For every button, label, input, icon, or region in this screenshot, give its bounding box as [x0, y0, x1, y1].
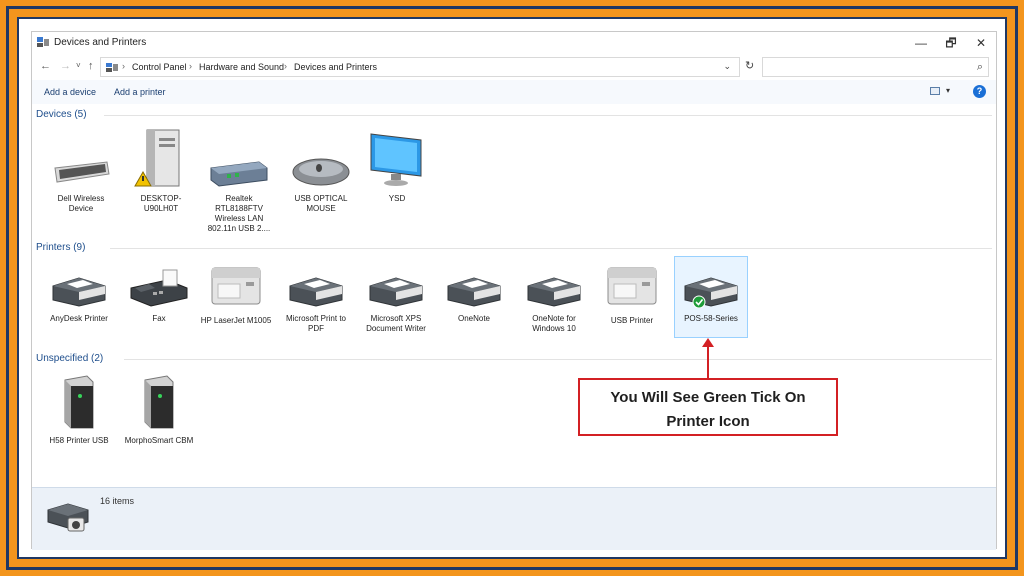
device-ysd-monitor[interactable]: YSD — [361, 130, 433, 204]
device-label: USB OPTICAL MOUSE — [294, 194, 348, 213]
add-printer-button[interactable]: Add a printer — [114, 87, 166, 97]
printer-onenote[interactable]: OneNote — [438, 270, 510, 324]
address-box[interactable]: › Control Panel › Hardware and Sound › D… — [100, 57, 740, 77]
window-title: Devices and Printers — [54, 37, 147, 48]
printer-label: USB Printer — [610, 316, 654, 325]
annotation-callout: You Will See Green Tick On Printer Icon — [578, 378, 838, 436]
printer-icon — [684, 277, 738, 308]
printer-anydesk[interactable]: AnyDesk Printer — [43, 270, 115, 324]
group-divider — [110, 248, 992, 249]
printer-hp-laserjet[interactable]: HP LaserJet M1005 — [200, 262, 272, 326]
maximize-button[interactable]: 🗗 — [936, 34, 966, 52]
printer-pos-58-series[interactable]: POS-58-Series — [675, 270, 747, 324]
group-divider — [104, 115, 992, 116]
breadcrumb-devices-and-printers[interactable]: Devices and Printers — [294, 62, 377, 72]
printer-label: OneNote for Windows 10 — [532, 314, 576, 333]
slide-frame-inner: Devices and Printers — 🗗 ✕ ← → ˅ ↑ › Con… — [17, 17, 1007, 559]
fax-icon — [130, 269, 188, 307]
devices-printers-app-icon — [37, 37, 49, 47]
up-arrow-icon[interactable]: ↑ — [88, 60, 94, 72]
callout-line-2: Printer Icon — [666, 413, 750, 430]
printer-icon — [527, 277, 581, 307]
device-dell-wireless[interactable]: Dell Wireless Device — [45, 152, 117, 214]
printer-icon — [289, 277, 343, 307]
printer-usb[interactable]: USB Printer — [596, 262, 668, 326]
device-morphosmart-cbm[interactable]: MorphoSmart CBM — [123, 372, 195, 446]
device-label: H58 Printer USB — [49, 436, 109, 445]
printer-fax[interactable]: Fax — [123, 268, 195, 324]
recent-locations-icon[interactable]: ˅ — [76, 61, 81, 70]
printer-label: HP LaserJet M1005 — [200, 316, 272, 325]
printer-ms-xps-writer[interactable]: Microsoft XPS Document Writer — [360, 270, 432, 334]
device-usb-mouse[interactable]: USB OPTICAL MOUSE — [285, 156, 357, 214]
keyboard-icon — [54, 161, 110, 183]
close-button[interactable]: ✕ — [966, 34, 996, 52]
computer-tower-icon — [134, 129, 180, 187]
printer-label: Microsoft Print to PDF — [285, 314, 346, 333]
group-divider — [124, 359, 992, 360]
device-desktop[interactable]: DESKTOP-U90LH0T — [125, 128, 197, 214]
device-label: DESKTOP-U90LH0T — [140, 194, 182, 213]
device-realtek-adapter[interactable]: Realtek RTL8188FTV Wireless LAN 802.11n … — [203, 154, 275, 234]
add-device-button[interactable]: Add a device — [44, 87, 96, 97]
address-bar: ← → ˅ ↑ › Control Panel › Hardware and S… — [32, 54, 996, 80]
group-header-unspecified[interactable]: Unspecified (2) — [36, 353, 103, 364]
status-bar: 16 items — [32, 487, 996, 550]
printer-label: OneNote — [457, 314, 491, 323]
device-label: MorphoSmart CBM — [124, 436, 194, 445]
printer-label: POS-58-Series — [684, 314, 738, 323]
monitor-icon — [370, 133, 422, 186]
back-arrow-icon[interactable]: ← — [40, 60, 51, 72]
control-panel-icon — [106, 63, 118, 72]
printer-ms-print-to-pdf[interactable]: Microsoft Print to PDF — [280, 270, 352, 334]
printer-icon — [447, 277, 501, 307]
breadcrumb-separator-icon: › — [122, 61, 125, 71]
command-bar: Add a device Add a printer ▾ ? — [32, 80, 996, 104]
forward-arrow-icon[interactable]: → — [60, 60, 71, 72]
device-box-icon — [144, 375, 174, 429]
item-count: 16 items — [100, 496, 135, 506]
printer-icon — [52, 277, 106, 307]
search-input[interactable]: ⌕ — [762, 57, 989, 77]
device-label: YSD — [388, 194, 406, 203]
breadcrumb-control-panel[interactable]: Control Panel — [132, 62, 187, 72]
laser-printer-icon — [607, 267, 657, 305]
device-label: Realtek RTL8188FTV Wireless LAN 802.11n … — [207, 194, 271, 233]
annotation-arrow-line — [707, 345, 709, 379]
group-header-devices[interactable]: Devices (5) — [36, 109, 87, 120]
minimize-button[interactable]: — — [906, 34, 936, 52]
address-dropdown-icon[interactable]: ⌄ — [723, 61, 731, 72]
printer-label: Fax — [152, 314, 166, 323]
printer-label: AnyDesk Printer — [50, 314, 108, 323]
printer-icon — [369, 277, 423, 307]
mouse-icon — [292, 158, 350, 186]
search-icon[interactable]: ⌕ — [977, 61, 983, 74]
breadcrumb-separator-icon: › — [189, 61, 192, 71]
group-header-printers[interactable]: Printers (9) — [36, 242, 85, 253]
device-label: Dell Wireless Device — [57, 194, 105, 213]
device-h58-printer-usb[interactable]: H58 Printer USB — [43, 372, 115, 446]
network-adapter-icon — [210, 161, 268, 187]
help-icon[interactable]: ? — [973, 85, 986, 98]
laser-printer-icon — [211, 267, 261, 305]
printer-onenote-win10[interactable]: OneNote for Windows 10 — [518, 270, 590, 334]
title-bar: Devices and Printers — 🗗 ✕ — [32, 32, 996, 54]
devices-and-printers-status-icon — [47, 503, 89, 532]
view-dropdown-icon[interactable]: ▾ — [946, 86, 950, 95]
change-view-icon[interactable] — [930, 87, 940, 95]
refresh-icon[interactable]: ↻ — [745, 59, 754, 72]
callout-line-1: You Will See Green Tick On — [610, 389, 806, 406]
breadcrumb-hardware-and-sound[interactable]: Hardware and Sound — [199, 62, 284, 72]
printer-label: Microsoft XPS Document Writer — [366, 314, 426, 333]
device-box-icon — [64, 375, 94, 429]
devices-printers-window: Devices and Printers — 🗗 ✕ ← → ˅ ↑ › Con… — [31, 31, 997, 550]
breadcrumb-separator-icon: › — [284, 61, 287, 71]
